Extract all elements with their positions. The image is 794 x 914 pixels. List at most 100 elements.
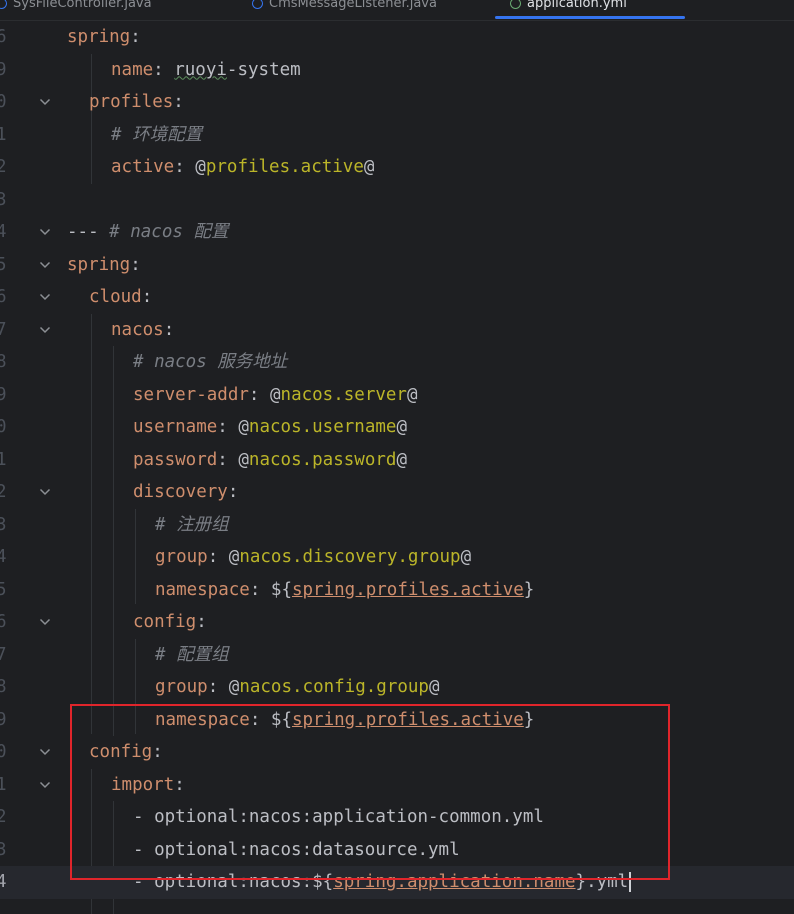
code-line[interactable]: 6 spring: — [0, 21, 794, 54]
code-line[interactable]: 7 # 配置组 — [0, 639, 794, 672]
code-token: nacos.server — [280, 384, 407, 405]
line-code: namespace: ${spring.profiles.active} — [155, 704, 534, 737]
code-line[interactable]: 1 import: — [0, 769, 794, 802]
code-token: spring.profiles.active — [291, 579, 524, 600]
code-token: active — [111, 157, 175, 177]
tab-sysfilecontroller[interactable]: SysFileController.java — [0, 0, 152, 14]
line-number: 4 — [0, 872, 7, 892]
code-token: : — [173, 92, 184, 112]
fold-chevron-icon[interactable] — [37, 249, 53, 282]
code-line[interactable]: 2 active: @profiles.active@ — [0, 151, 794, 184]
code-line[interactable]: 4 group: @nacos.discovery.group@ — [0, 541, 794, 574]
editor-tab-bar: SysFileController.java CmsMessageListene… — [0, 0, 794, 21]
code-token: # 注册组 — [155, 514, 229, 535]
code-line[interactable]: 8 # nacos 服务地址 — [0, 346, 794, 379]
code-token: spring — [67, 254, 131, 275]
code-token: : — [207, 677, 229, 697]
line-number: 0 — [0, 417, 7, 437]
code-token: optional:nacos: — [154, 872, 313, 892]
code-token: username — [133, 417, 218, 437]
code-line[interactable]: 5 namespace: ${spring.profiles.active} — [0, 574, 794, 607]
fold-chevron-icon[interactable] — [37, 86, 53, 119]
line-code: config: — [89, 736, 163, 769]
code-line[interactable]: 2 discovery: — [0, 476, 794, 509]
fold-chevron-icon[interactable] — [37, 606, 53, 639]
code-line[interactable]: 7 nacos: — [0, 314, 794, 347]
code-line[interactable]: 9 name: ruoyi-system — [0, 54, 794, 87]
code-editor[interactable]: 6 spring: 9 name: ruoyi-system 0 profiles: 1 # … — [0, 21, 794, 914]
code-line[interactable]: 1 # 环境配置 — [0, 119, 794, 152]
fold-chevron-icon[interactable] — [37, 476, 53, 509]
line-code: profiles: — [89, 86, 184, 119]
line-code: - optional:nacos:datasource.yml — [133, 834, 460, 867]
tab-application-yml[interactable]: application.yml — [510, 0, 627, 14]
code-token: @ — [363, 157, 375, 177]
code-line[interactable]: 0 config: — [0, 736, 794, 769]
line-number: 4 — [0, 222, 7, 242]
fold-chevron-icon[interactable] — [37, 281, 53, 314]
line-number: 1 — [0, 774, 7, 795]
code-token: : — [174, 774, 185, 795]
line-number: 2 — [0, 157, 7, 177]
line-number: 7 — [0, 319, 7, 340]
code-token: : — [163, 319, 175, 340]
line-number: 3 — [0, 839, 7, 860]
code-token: : — [153, 59, 175, 80]
code-line[interactable]: 9 namespace: ${spring.profiles.active} — [0, 704, 794, 737]
code-line[interactable]: 6 cloud: — [0, 281, 794, 314]
line-number: 6 — [0, 287, 7, 307]
line-code: import: — [111, 769, 185, 802]
code-token: ${ — [312, 872, 334, 892]
code-line[interactable]: 6 config: — [0, 606, 794, 639]
tab-cmsmessagelistener[interactable]: CmsMessageListener.java — [252, 0, 437, 14]
code-token: -system — [226, 59, 301, 80]
code-line[interactable]: 4 - optional:nacos:${spring.application.n… — [0, 866, 794, 899]
code-token: : — [152, 742, 163, 762]
line-number: 3 — [0, 514, 7, 535]
code-line[interactable]: 2 - optional:nacos:application-common.yml — [0, 801, 794, 834]
code-line[interactable]: 4 --- # nacos 配置 — [0, 216, 794, 249]
text-caret — [629, 872, 632, 892]
code-token: - — [133, 839, 155, 860]
line-number: 1 — [0, 124, 7, 145]
line-code: cloud: — [89, 281, 152, 314]
tab-label: CmsMessageListener.java — [269, 0, 437, 11]
line-number: 0 — [0, 92, 7, 112]
line-code: --- # nacos 配置 — [67, 216, 228, 249]
fold-chevron-icon[interactable] — [37, 314, 53, 347]
code-line[interactable]: 8 group: @nacos.config.group@ — [0, 671, 794, 704]
code-token: nacos.discovery.group — [239, 547, 461, 567]
code-token: @ — [428, 677, 440, 697]
code-token: config — [89, 742, 153, 762]
code-token: group — [155, 677, 208, 697]
line-code: - optional:nacos:${spring.application.na… — [133, 866, 632, 899]
code-line[interactable]: 5 spring: — [0, 249, 794, 282]
line-code: group: @nacos.discovery.group@ — [155, 541, 471, 574]
code-token: @ — [396, 449, 407, 470]
code-line[interactable]: 3 — [0, 184, 794, 217]
fold-chevron-icon[interactable] — [37, 769, 53, 802]
code-token: : — [217, 417, 239, 437]
code-token: : — [249, 579, 271, 600]
code-token: - — [133, 872, 155, 892]
code-token: @ — [238, 417, 249, 437]
line-code: active: @profiles.active@ — [111, 151, 374, 184]
code-line[interactable]: 3 # 注册组 — [0, 509, 794, 542]
code-token: : — [217, 449, 239, 470]
line-code: # 配置组 — [155, 639, 229, 672]
code-token: server-addr — [133, 384, 249, 405]
active-tab-indicator — [495, 16, 685, 19]
code-line[interactable]: 3 - optional:nacos:datasource.yml — [0, 834, 794, 867]
code-line[interactable]: 1 password: @nacos.password@ — [0, 444, 794, 477]
code-line[interactable]: 0 profiles: — [0, 86, 794, 119]
line-code: password: @nacos.password@ — [133, 444, 407, 477]
fold-chevron-icon[interactable] — [37, 216, 53, 249]
code-token: - — [133, 807, 155, 827]
line-code: # 注册组 — [155, 509, 229, 542]
fold-chevron-icon[interactable] — [37, 736, 53, 769]
code-token: .yml — [586, 872, 629, 892]
code-line[interactable]: 9 server-addr: @nacos.server@ — [0, 379, 794, 412]
code-line[interactable]: 0 username: @nacos.username@ — [0, 411, 794, 444]
line-code: spring: — [67, 249, 141, 282]
code-token: ${ — [270, 579, 292, 600]
